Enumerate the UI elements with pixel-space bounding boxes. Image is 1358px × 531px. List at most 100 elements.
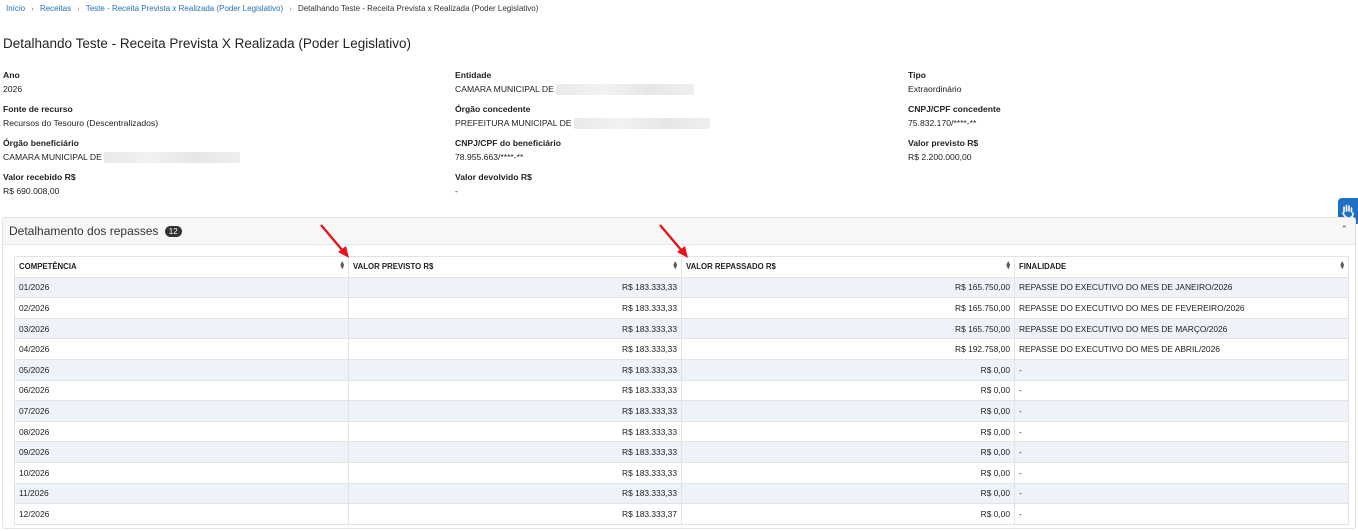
cell-valor-previsto: R$ 183.333,33 xyxy=(348,482,682,505)
cell-competencia: 01/2026 xyxy=(14,276,349,299)
cell-finalidade: REPASSE DO EXECUTIVO DO MES DE FEVEREIRO… xyxy=(1014,297,1349,319)
cell-valor-repassado: R$ 0,00 xyxy=(681,400,1015,422)
cell-competencia: 02/2026 xyxy=(14,297,349,319)
detail-entidade: Entidade CAMARA MUNICIPAL DE xyxy=(455,68,694,96)
detail-value: Extraordinário xyxy=(908,84,962,94)
cell-finalidade: - xyxy=(1014,358,1349,381)
cell-competencia: 03/2026 xyxy=(14,317,349,340)
detail-label: Valor recebido R$ xyxy=(3,172,76,182)
table-row: 09/2026 R$ 183.333,33 R$ 0,00- xyxy=(14,441,1349,463)
chevron-right-icon: › xyxy=(289,6,292,13)
cell-valor-previsto: R$ 183.333,33 xyxy=(348,379,682,402)
column-header-valor-previsto[interactable]: VALOR PREVISTO R$ ▴ ▾ xyxy=(348,256,682,278)
red-arrow-annotation xyxy=(659,224,688,258)
detail-tipo: Tipo Extraordinário xyxy=(908,68,962,96)
redacted-text xyxy=(555,83,694,95)
cell-finalidade: - xyxy=(1014,503,1349,525)
detail-value: - xyxy=(455,186,458,196)
red-arrow-annotation xyxy=(320,224,349,258)
detail-label: CNPJ/CPF concedente xyxy=(908,104,1001,114)
detail-value: R$ 2.200.000,00 xyxy=(908,152,972,162)
detail-orgao-concedente: Órgão concedente PREFEITURA MUNICIPAL DE xyxy=(455,102,710,130)
breadcrumb-receitas[interactable]: Receitas xyxy=(40,4,71,13)
table-row: 02/2026 R$ 183.333,33 R$ 165.750,00 REPASSE… xyxy=(14,297,1349,319)
breadcrumb-inicio[interactable]: Início xyxy=(6,4,25,13)
table-row: 03/2026 R$ 183.333,33 R$ 165.750,00 REPASSE… xyxy=(14,317,1349,340)
breadcrumb: Início › Receitas › Teste - Receita Prev… xyxy=(6,4,538,13)
cell-competencia: 09/2026 xyxy=(14,441,349,463)
detail-cnpj-beneficiario: CNPJ/CPF do beneficiário 78.955.663/****… xyxy=(455,136,561,164)
table-row: 05/2026 R$ 183.333,33 R$ 0,00- xyxy=(14,358,1349,381)
cell-valor-repassado: R$ 165.750,00 xyxy=(681,317,1015,340)
column-header-finalidade[interactable]: FINALIDADE ▴ ▾ xyxy=(1014,256,1349,278)
cell-valor-previsto: R$ 183.333,37 xyxy=(348,503,682,525)
cell-valor-repassado: R$ 0,00 xyxy=(681,461,1015,484)
column-header-valor-repassado[interactable]: VALOR REPASSADO R$ ▴ ▾ xyxy=(681,256,1015,278)
cell-finalidade: REPASSE DO EXECUTIVO DO MES DE MARÇO/202… xyxy=(1014,317,1349,340)
detail-value: Recursos do Tesouro (Descentralizados) xyxy=(3,118,159,128)
detail-label: Tipo xyxy=(908,70,926,80)
detail-label: Entidade xyxy=(455,70,492,80)
cell-competencia: 06/2026 xyxy=(14,379,349,402)
detail-value: PREFEITURA MUNICIPAL DE xyxy=(455,118,572,128)
chevron-right-icon: › xyxy=(31,6,34,13)
table-row: 10/2026 R$ 183.333,33 R$ 0,00- xyxy=(14,461,1349,484)
cell-valor-previsto: R$ 183.333,33 xyxy=(348,297,682,319)
cell-finalidade: - xyxy=(1014,441,1349,463)
cell-competencia: 07/2026 xyxy=(14,400,349,422)
sort-icon[interactable]: ▴ ▾ xyxy=(1006,260,1010,271)
redacted-text xyxy=(103,151,240,163)
table-row: 11/2026 R$ 183.333,33 R$ 0,00- xyxy=(14,482,1349,505)
cell-valor-repassado: R$ 165.750,00 xyxy=(681,297,1015,319)
cell-valor-repassado: R$ 0,00 xyxy=(681,420,1015,443)
cell-competencia: 08/2026 xyxy=(14,420,349,443)
detail-valor-recebido: Valor recebido R$ R$ 690.008,00 xyxy=(3,170,76,198)
cell-valor-repassado: R$ 0,00 xyxy=(681,503,1015,525)
panel-title: Detalhamento dos repasses xyxy=(9,224,159,238)
page-title: Detalhando Teste - Receita Prevista X Re… xyxy=(3,36,411,51)
cell-valor-repassado: R$ 0,00 xyxy=(681,358,1015,381)
cell-finalidade: - xyxy=(1014,400,1349,422)
cell-finalidade: REPASSE DO EXECUTIVO DO MES DE JANEIRO/2… xyxy=(1014,276,1349,299)
cell-finalidade: - xyxy=(1014,379,1349,402)
repasses-panel: Detalhamento dos repasses 12 ⌃ COMPETÊNC… xyxy=(2,217,1356,529)
chevron-up-icon[interactable]: ⌃ xyxy=(1340,224,1348,235)
repasses-table: COMPETÊNCIA ▴ ▾ VALOR PREVISTO R$ ▴ ▾ VALOR … xyxy=(14,256,1349,525)
sort-icon[interactable]: ▴ ▾ xyxy=(673,260,677,271)
detail-label: Órgão beneficiário xyxy=(3,138,79,148)
detail-value: 78.955.663/****-** xyxy=(455,152,524,162)
redacted-text xyxy=(573,117,710,129)
cell-valor-previsto: R$ 183.333,33 xyxy=(348,338,682,360)
table-row: 06/2026 R$ 183.333,33 R$ 0,00- xyxy=(14,379,1349,402)
cell-valor-previsto: R$ 183.333,33 xyxy=(348,317,682,340)
detail-orgao-beneficiario: Órgão beneficiário CAMARA MUNICIPAL DE xyxy=(3,136,240,164)
breadcrumb-teste[interactable]: Teste - Receita Prevista x Realizada (Po… xyxy=(86,4,283,13)
cell-competencia: 12/2026 xyxy=(14,503,349,525)
table-body: 01/2026 R$ 183.333,33 R$ 165.750,00 REPASSE… xyxy=(14,276,1349,525)
sort-icon[interactable]: ▴ ▾ xyxy=(340,260,344,271)
cell-finalidade: - xyxy=(1014,461,1349,484)
cell-finalidade: - xyxy=(1014,482,1349,505)
cell-finalidade: - xyxy=(1014,420,1349,443)
cell-valor-repassado: R$ 0,00 xyxy=(681,379,1015,402)
detail-value: CAMARA MUNICIPAL DE xyxy=(3,152,102,162)
detail-value: 2026 xyxy=(3,84,23,94)
detail-cnpj-concedente: CNPJ/CPF concedente 75.832.170/****-** xyxy=(908,102,1001,130)
cell-competencia: 04/2026 xyxy=(14,338,349,360)
table-row: 07/2026 R$ 183.333,33 R$ 0,00- xyxy=(14,400,1349,422)
cell-valor-previsto: R$ 183.333,33 xyxy=(348,441,682,463)
detail-label: Fonte de recurso xyxy=(3,104,73,114)
detail-label: Ano xyxy=(3,70,20,80)
detail-value: 75.832.170/****-** xyxy=(908,118,977,128)
sort-icon[interactable]: ▴ ▾ xyxy=(1340,260,1344,271)
cell-valor-previsto: R$ 183.333,33 xyxy=(348,461,682,484)
cell-competencia: 11/2026 xyxy=(14,482,349,505)
cell-competencia: 05/2026 xyxy=(14,358,349,381)
detail-label: Valor previsto R$ xyxy=(908,138,979,148)
chevron-right-icon: › xyxy=(77,6,80,13)
detail-valor-devolvido: Valor devolvido R$ - xyxy=(455,170,532,198)
detail-value: CAMARA MUNICIPAL DE xyxy=(455,84,554,94)
detail-label: Valor devolvido R$ xyxy=(455,172,532,182)
column-header-competencia[interactable]: COMPETÊNCIA ▴ ▾ xyxy=(14,256,349,278)
detail-label: Órgão concedente xyxy=(455,104,531,114)
